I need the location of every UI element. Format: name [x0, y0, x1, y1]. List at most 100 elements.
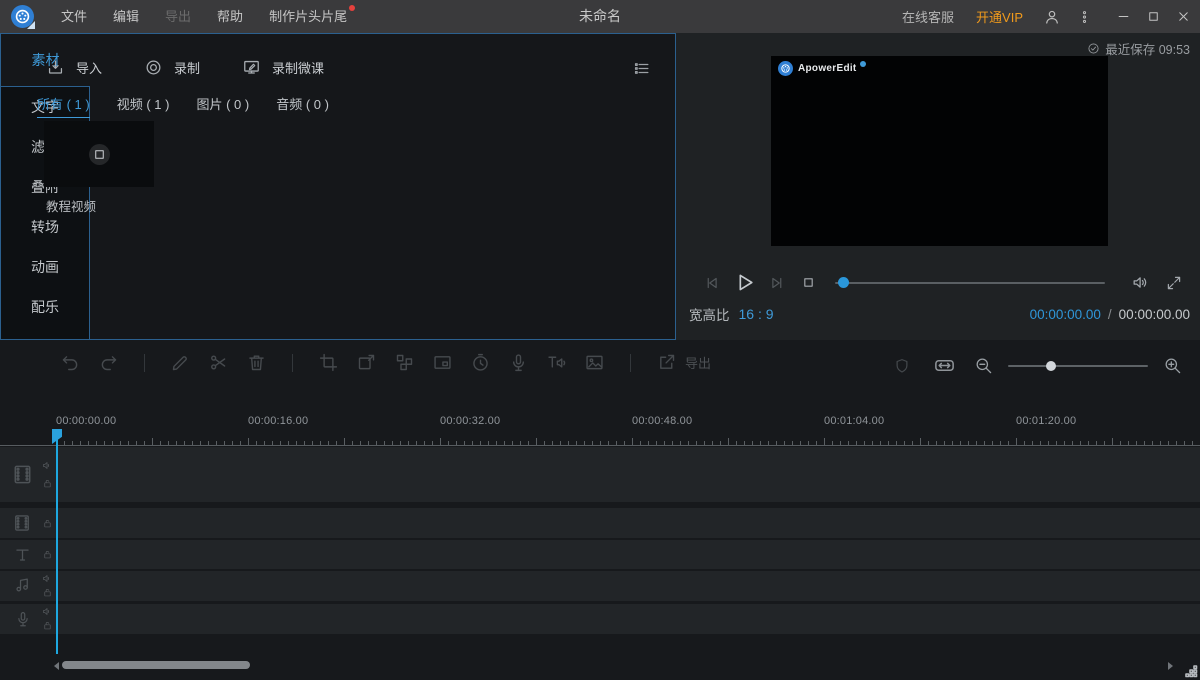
- filter-tab-image[interactable]: 图片 ( 0 ): [196, 94, 249, 118]
- zoom-out-icon[interactable]: [974, 356, 993, 375]
- lock-track-icon[interactable]: [42, 620, 53, 631]
- minimize-button[interactable]: [1108, 0, 1138, 33]
- next-frame-icon[interactable]: [768, 274, 786, 292]
- previous-frame-icon[interactable]: [703, 274, 721, 292]
- import-button[interactable]: 导入: [46, 58, 102, 77]
- track-text[interactable]: [0, 540, 1200, 569]
- media-filter-tabs: 所有 ( 1 ) 视频 ( 1 ) 图片 ( 0 ) 音频 ( 0 ): [37, 94, 329, 118]
- volume-icon[interactable]: [1131, 273, 1150, 292]
- watermark-logo-icon: [778, 61, 793, 76]
- sidebar-tab-music[interactable]: 配乐: [1, 287, 89, 327]
- record-lesson-button[interactable]: 录制微课: [242, 58, 324, 77]
- watermark-tool-icon[interactable]: [584, 352, 605, 373]
- filter-tab-audio[interactable]: 音频 ( 0 ): [276, 94, 329, 118]
- timeline-zoom-slider[interactable]: [1008, 359, 1148, 373]
- scale-icon[interactable]: [356, 352, 377, 373]
- timeline-zoom-toolbar: [893, 354, 1182, 377]
- ruler-label: 00:00:32.00: [440, 415, 500, 427]
- video-track-icon: [11, 463, 34, 486]
- export-button[interactable]: 导出: [656, 352, 711, 373]
- split-icon[interactable]: [208, 352, 229, 373]
- track-music[interactable]: [0, 571, 1200, 601]
- edit-clip-icon[interactable]: [170, 352, 191, 373]
- voiceover-icon[interactable]: [508, 352, 529, 373]
- project-title: 未命名: [579, 0, 621, 33]
- notification-dot: [349, 5, 355, 11]
- crop-icon[interactable]: [318, 352, 339, 373]
- autosave-label: 最近保存 09:53: [1105, 39, 1190, 58]
- record-label: 录制: [174, 58, 200, 77]
- record-button[interactable]: 录制: [144, 58, 200, 77]
- list-view-icon[interactable]: [632, 59, 651, 78]
- mosaic-icon[interactable]: [394, 352, 415, 373]
- zoom-in-icon[interactable]: [1163, 356, 1182, 375]
- check-circle-icon: [1087, 42, 1100, 55]
- menu-file[interactable]: 文件: [48, 0, 100, 33]
- current-timecode: 00:00:00.00: [1030, 307, 1101, 322]
- menu-intro-outro[interactable]: 制作片头片尾: [256, 0, 360, 33]
- ruler-label: 00:01:04.00: [824, 415, 884, 427]
- fullscreen-icon[interactable]: [1165, 274, 1183, 292]
- preview-panel: 最近保存 09:53 ApowerEdit 宽高比 16 : 9: [676, 33, 1200, 340]
- toolbar-divider: [144, 354, 145, 372]
- record-lesson-label: 录制微课: [272, 58, 324, 77]
- screen-record-icon: [242, 58, 261, 77]
- duration-icon[interactable]: [470, 352, 491, 373]
- resize-grip[interactable]: [1185, 665, 1198, 678]
- play-icon[interactable]: [732, 270, 757, 295]
- voice-track-icon: [14, 610, 32, 628]
- lock-track-icon[interactable]: [42, 549, 53, 560]
- watermark-text: ApowerEdit: [798, 63, 857, 74]
- scroll-left-arrow[interactable]: [50, 662, 59, 670]
- mute-track-icon[interactable]: [42, 573, 53, 584]
- marker-icon[interactable]: [893, 357, 911, 375]
- close-button[interactable]: [1168, 0, 1198, 33]
- scrollbar-thumb[interactable]: [62, 661, 250, 669]
- mute-track-icon[interactable]: [42, 460, 53, 471]
- seek-slider-thumb[interactable]: [838, 277, 849, 288]
- lock-track-icon[interactable]: [42, 587, 53, 598]
- menubar: 文件 编辑 导出 帮助 制作片头片尾: [48, 0, 360, 33]
- import-icon: [46, 58, 65, 77]
- aspect-ratio-value[interactable]: 16 : 9: [739, 306, 774, 322]
- vip-upgrade-link[interactable]: 开通VIP: [976, 7, 1023, 26]
- maximize-button[interactable]: [1138, 0, 1168, 33]
- track-voice[interactable]: [0, 604, 1200, 634]
- timeline-ruler[interactable]: 00:00:00.00 00:00:16.00 00:00:32.00 00:0…: [0, 408, 1200, 446]
- lock-track-icon[interactable]: [42, 518, 53, 529]
- text-to-speech-icon[interactable]: [546, 352, 567, 373]
- edit-toolbar: 导出: [60, 352, 711, 373]
- picture-in-picture-icon[interactable]: [432, 352, 453, 373]
- track-pip[interactable]: [0, 508, 1200, 538]
- sidebar-tab-animations[interactable]: 动画: [1, 247, 89, 287]
- account-icon[interactable]: [1043, 8, 1061, 26]
- filter-tab-all[interactable]: 所有 ( 1 ): [37, 94, 90, 118]
- redo-icon[interactable]: [98, 352, 119, 373]
- seek-slider[interactable]: [835, 282, 1105, 284]
- filter-tab-video[interactable]: 视频 ( 1 ): [117, 94, 170, 118]
- track-video[interactable]: [0, 447, 1200, 502]
- video-placeholder-icon: [89, 144, 110, 165]
- preview-screen[interactable]: ApowerEdit: [771, 56, 1108, 246]
- menu-intro-outro-label: 制作片头片尾: [269, 9, 347, 24]
- horizontal-scrollbar[interactable]: [0, 660, 1200, 672]
- more-menu-icon[interactable]: [1077, 8, 1092, 26]
- delete-icon[interactable]: [246, 352, 267, 373]
- mute-track-icon[interactable]: [42, 606, 53, 617]
- toolbar-divider: [292, 354, 293, 372]
- menu-help[interactable]: 帮助: [204, 0, 256, 33]
- media-item-thumbnail[interactable]: [44, 121, 154, 187]
- scroll-right-arrow[interactable]: [1168, 662, 1177, 670]
- timeline-zoom-slider-thumb[interactable]: [1046, 361, 1056, 371]
- aspect-ratio-label: 宽高比: [689, 304, 730, 324]
- menu-edit[interactable]: 编辑: [100, 0, 152, 33]
- undo-icon[interactable]: [60, 352, 81, 373]
- watermark-dot: [860, 61, 866, 67]
- lock-track-icon[interactable]: [42, 478, 53, 489]
- online-support-link[interactable]: 在线客服: [902, 7, 954, 26]
- timeline-workspace: 导出 00:00:00.00 00:00:16.00 00:00:32.00 0…: [0, 340, 1200, 680]
- media-item[interactable]: 教程视频: [44, 121, 154, 215]
- media-actions: 导入 录制 录制微课: [46, 58, 324, 77]
- stop-icon[interactable]: [800, 274, 817, 291]
- fit-timeline-icon[interactable]: [933, 354, 956, 377]
